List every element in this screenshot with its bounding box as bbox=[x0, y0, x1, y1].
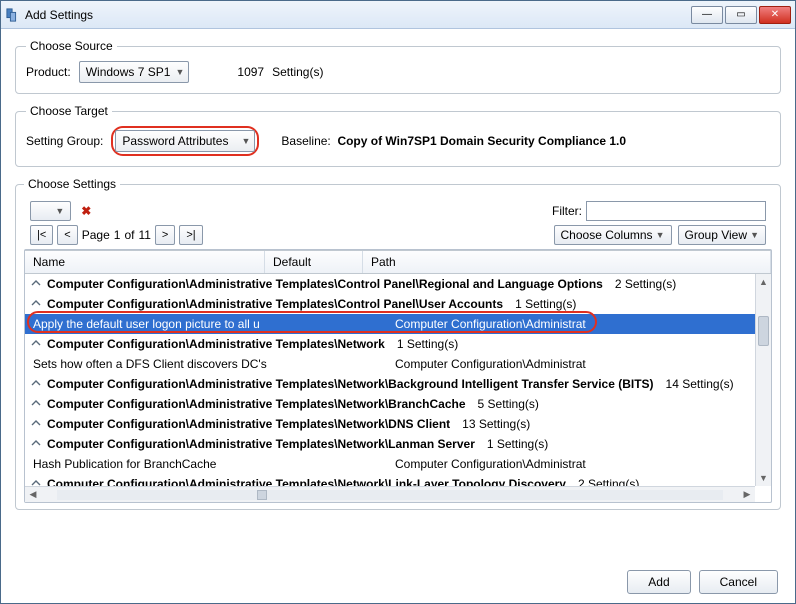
chevron-up-icon bbox=[31, 277, 41, 287]
page-label: Page bbox=[82, 228, 110, 242]
group-view-button[interactable]: Group View ▼ bbox=[678, 225, 766, 245]
page-next-button[interactable]: > bbox=[155, 225, 175, 245]
chevron-down-icon: ▼ bbox=[241, 136, 250, 146]
choose-source-group: Choose Source Product: Windows 7 SP1 ▼ 1… bbox=[15, 39, 781, 94]
filter-input[interactable] bbox=[586, 201, 766, 221]
filter-label: Filter: bbox=[552, 204, 582, 218]
choose-target-legend: Choose Target bbox=[26, 104, 112, 118]
close-button[interactable]: ✕ bbox=[759, 6, 791, 24]
maximize-button[interactable]: ▭ bbox=[725, 6, 757, 24]
window-title: Add Settings bbox=[25, 8, 689, 22]
app-icon bbox=[5, 7, 21, 23]
chevron-down-icon: ▼ bbox=[55, 206, 64, 216]
page-of: of bbox=[124, 228, 134, 242]
minimize-button[interactable]: — bbox=[691, 6, 723, 24]
setting-group-select[interactable]: Password Attributes ▼ bbox=[115, 130, 255, 152]
setting-row[interactable]: Sets how often a DFS Client discovers DC… bbox=[25, 354, 771, 374]
setting-group-value: Password Attributes bbox=[122, 134, 228, 148]
group-row[interactable]: Computer Configuration\Administrative Te… bbox=[25, 334, 771, 354]
column-name[interactable]: Name bbox=[25, 251, 265, 273]
setting-row[interactable]: Apply the default user logon picture to … bbox=[25, 314, 771, 334]
chevron-up-icon bbox=[31, 437, 41, 447]
choose-settings-legend: Choose Settings bbox=[24, 177, 120, 191]
choose-columns-button[interactable]: Choose Columns ▼ bbox=[554, 225, 672, 245]
vertical-scrollbar[interactable]: ▲ ▼ bbox=[755, 274, 771, 486]
cancel-button[interactable]: Cancel bbox=[699, 570, 778, 594]
scroll-left-icon[interactable]: ◀ bbox=[25, 489, 41, 500]
chevron-up-icon bbox=[31, 477, 41, 486]
group-row[interactable]: Computer Configuration\Administrative Te… bbox=[25, 274, 771, 294]
choose-source-legend: Choose Source bbox=[26, 39, 117, 53]
history-dropdown-button[interactable]: ▼ bbox=[30, 201, 71, 221]
settings-grid: Name Default Path Computer Configuration… bbox=[24, 249, 772, 503]
product-label: Product: bbox=[26, 65, 71, 79]
group-row[interactable]: Computer Configuration\Administrative Te… bbox=[25, 394, 771, 414]
column-path[interactable]: Path bbox=[363, 251, 771, 273]
setting-group-label: Setting Group: bbox=[26, 134, 103, 148]
page-total: 11 bbox=[138, 228, 150, 242]
chevron-down-icon: ▼ bbox=[175, 67, 184, 77]
group-row[interactable]: Computer Configuration\Administrative Te… bbox=[25, 374, 771, 394]
horizontal-scrollbar[interactable]: ◀ ▶ bbox=[25, 486, 755, 502]
page-last-button[interactable]: >| bbox=[179, 225, 202, 245]
scroll-thumb[interactable] bbox=[758, 316, 769, 346]
group-row[interactable]: Computer Configuration\Administrative Te… bbox=[25, 294, 771, 314]
baseline-label: Baseline: bbox=[281, 134, 330, 148]
chevron-up-icon bbox=[31, 377, 41, 387]
product-select[interactable]: Windows 7 SP1 ▼ bbox=[79, 61, 190, 83]
page-prev-button[interactable]: < bbox=[57, 225, 77, 245]
add-button[interactable]: Add bbox=[627, 570, 690, 594]
chevron-up-icon bbox=[31, 397, 41, 407]
product-select-value: Windows 7 SP1 bbox=[86, 65, 171, 79]
grid-header: Name Default Path bbox=[25, 250, 771, 274]
grid-rows[interactable]: Computer Configuration\Administrative Te… bbox=[25, 274, 771, 486]
group-row[interactable]: Computer Configuration\Administrative Te… bbox=[25, 434, 771, 454]
setting-row[interactable]: Hash Publication for BranchCacheComputer… bbox=[25, 454, 771, 474]
settings-count: 1097 bbox=[237, 65, 264, 79]
choose-settings-group: Choose Settings ▼ ✖ Filter: |< < Page 1 … bbox=[15, 177, 781, 510]
scroll-up-icon[interactable]: ▲ bbox=[756, 274, 771, 290]
group-row[interactable]: Computer Configuration\Administrative Te… bbox=[25, 414, 771, 434]
chevron-up-icon bbox=[31, 417, 41, 427]
settings-unit: Setting(s) bbox=[272, 65, 323, 79]
chevron-down-icon: ▼ bbox=[656, 230, 665, 240]
scroll-right-icon[interactable]: ▶ bbox=[739, 489, 755, 500]
callout-setting-group: Password Attributes ▼ bbox=[111, 126, 259, 156]
chevron-down-icon: ▼ bbox=[750, 230, 759, 240]
scroll-down-icon[interactable]: ▼ bbox=[756, 470, 771, 486]
titlebar: Add Settings — ▭ ✕ bbox=[1, 1, 795, 29]
column-default[interactable]: Default bbox=[265, 251, 363, 273]
baseline-value: Copy of Win7SP1 Domain Security Complian… bbox=[337, 134, 626, 148]
chevron-up-icon bbox=[31, 297, 41, 307]
group-row[interactable]: Computer Configuration\Administrative Te… bbox=[25, 474, 771, 486]
page-current: 1 bbox=[114, 228, 121, 242]
chevron-up-icon bbox=[31, 337, 41, 347]
clear-icon[interactable]: ✖ bbox=[77, 202, 95, 220]
choose-target-group: Choose Target Setting Group: Password At… bbox=[15, 104, 781, 167]
page-first-button[interactable]: |< bbox=[30, 225, 53, 245]
